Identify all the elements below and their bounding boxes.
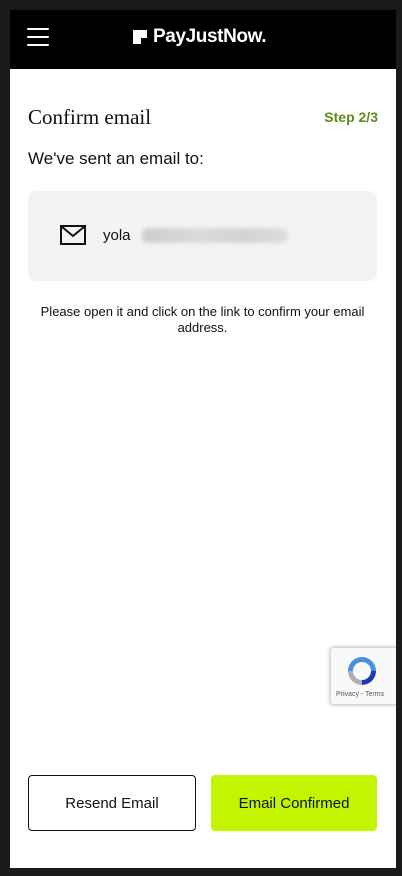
logo-mark-icon (133, 30, 147, 44)
sent-to-label: We've sent an email to: (28, 149, 204, 168)
confirm-instructions: Please open it and click on the link to … (40, 304, 365, 335)
step-indicator: Step 2/3 (324, 109, 378, 125)
app-frame: PayJustNow. Confirm email Step 2/3 We've… (10, 10, 396, 868)
hamburger-menu-icon[interactable] (27, 28, 49, 46)
resend-email-button[interactable]: Resend Email (28, 775, 196, 831)
mail-icon (60, 225, 86, 245)
logo-text: PayJustNow. (153, 26, 267, 47)
brand-logo[interactable]: PayJustNow. (133, 25, 267, 49)
email-confirmed-button[interactable]: Email Confirmed (211, 775, 377, 831)
email-redacted (142, 228, 288, 243)
recaptcha-links[interactable]: Privacy - Terms (336, 691, 384, 698)
email-address: yola (103, 227, 131, 244)
recaptcha-badge[interactable]: Privacy - Terms (330, 647, 396, 705)
email-card: yola (28, 191, 377, 281)
top-bar: PayJustNow. (10, 10, 396, 69)
page-title: Confirm email (28, 105, 152, 129)
recaptcha-icon (348, 657, 376, 685)
